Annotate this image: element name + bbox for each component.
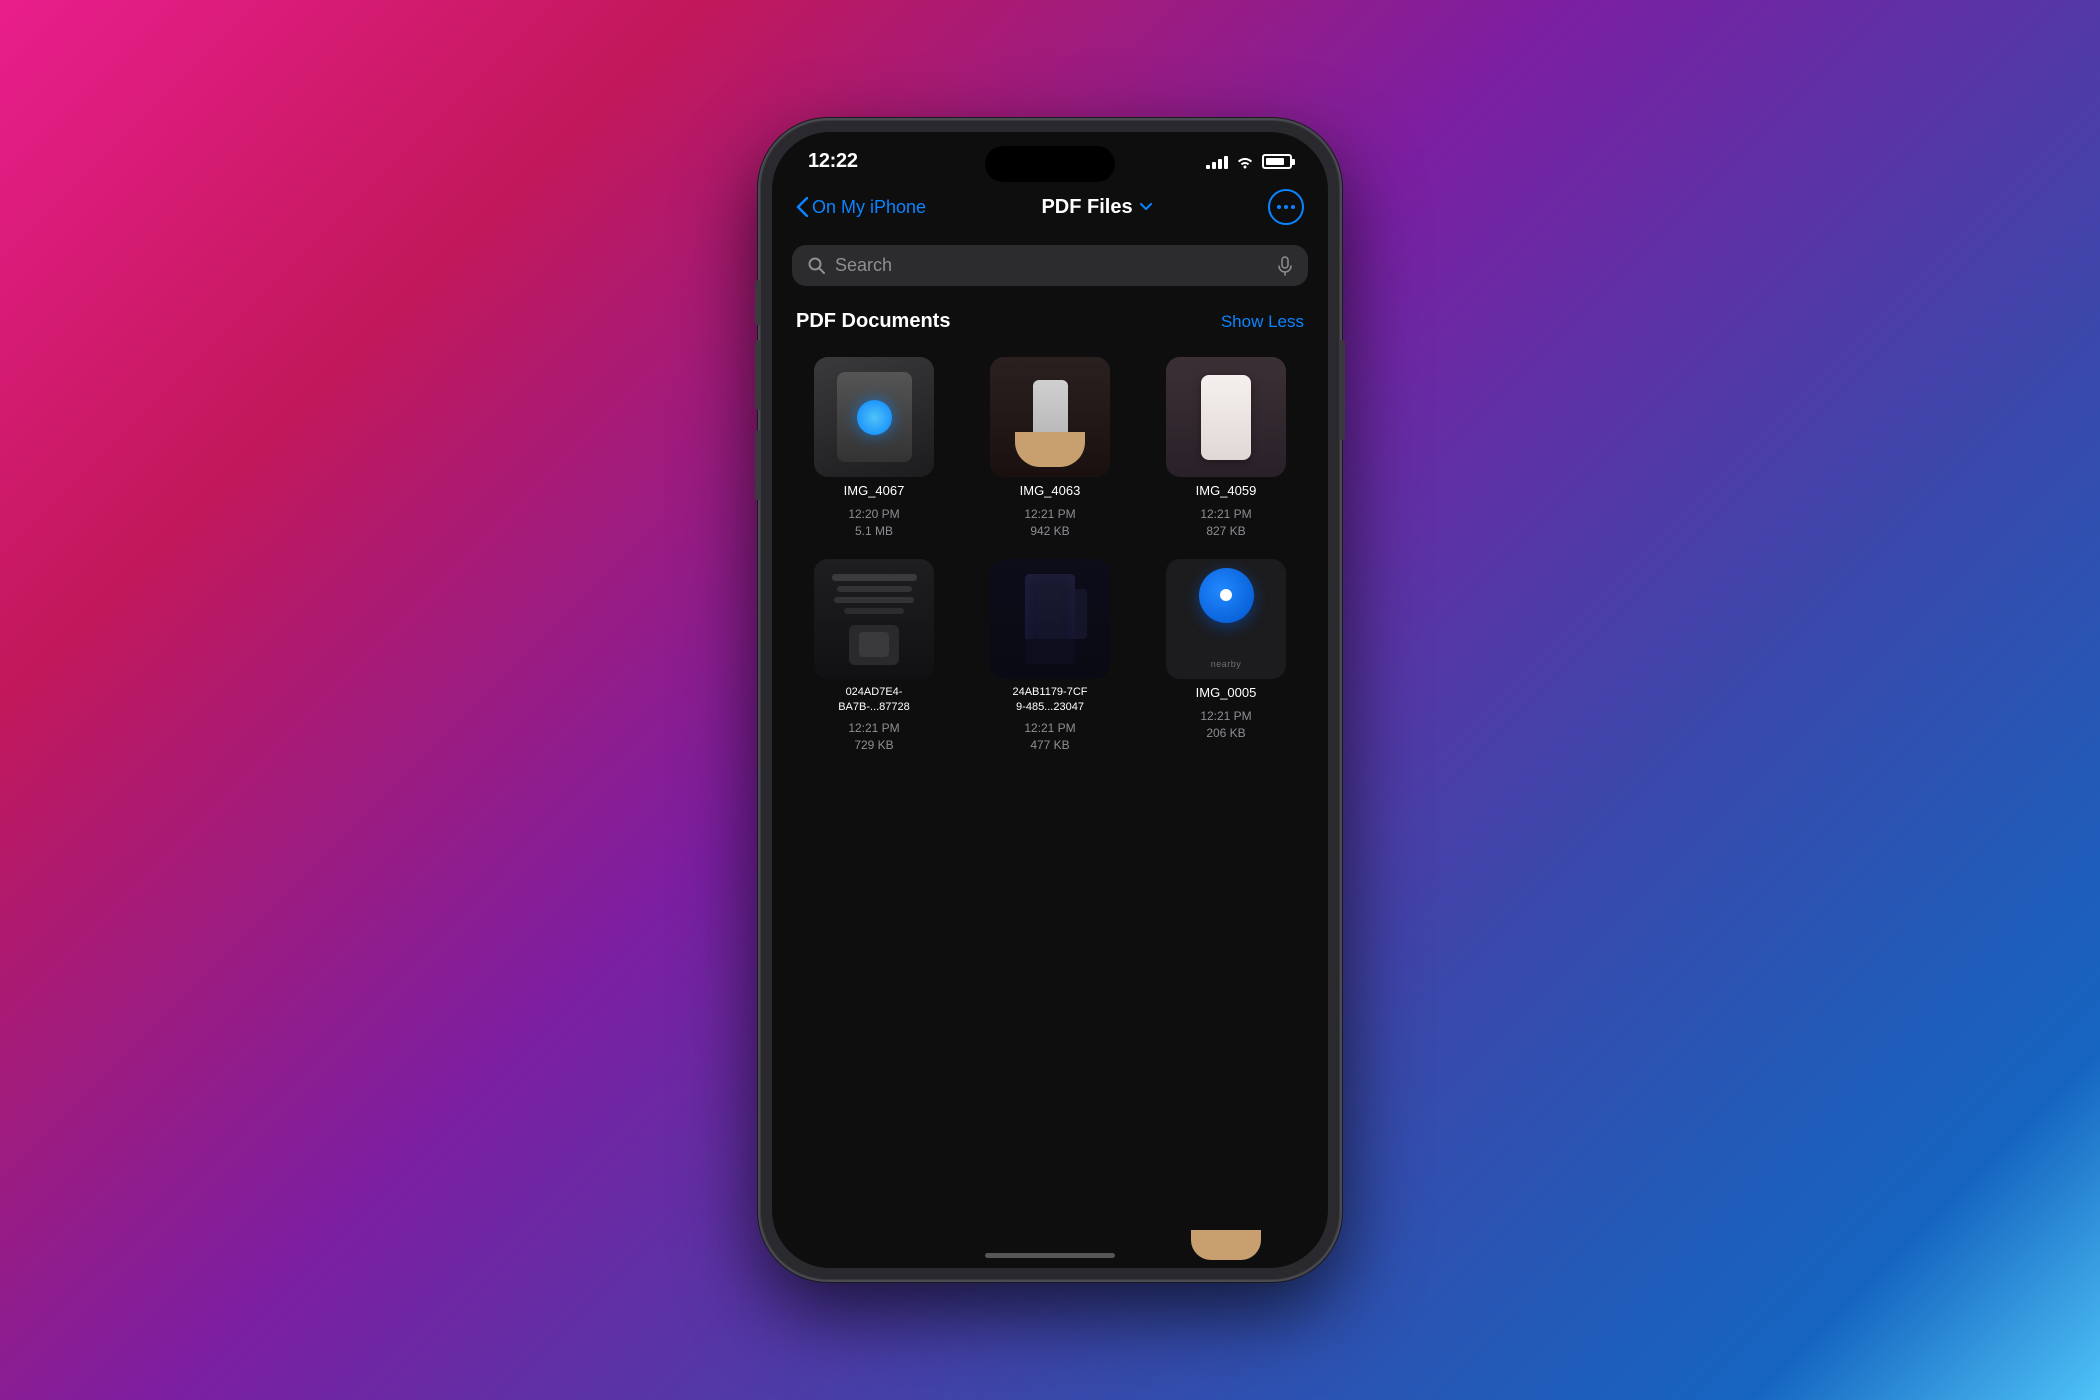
file-thumbnail <box>990 559 1110 679</box>
power-button[interactable] <box>1340 340 1345 440</box>
nav-back-label: On My iPhone <box>812 197 926 218</box>
file-item[interactable]: IMG_4063 12:21 PM 942 KB <box>972 357 1128 539</box>
battery-icon <box>1262 154 1292 169</box>
mic-icon[interactable] <box>1278 256 1292 276</box>
file-item[interactable]: nearby IMG_0005 12:21 PM 206 KB <box>1148 559 1304 753</box>
more-options-button[interactable] <box>1268 189 1304 225</box>
section-title: PDF Documents <box>796 310 950 333</box>
file-meta: 12:21 PM 206 KB <box>1200 708 1251 742</box>
dynamic-island <box>985 146 1115 182</box>
wifi-icon <box>1236 155 1254 169</box>
search-icon <box>808 257 825 274</box>
file-meta: 12:21 PM 477 KB <box>1024 720 1075 754</box>
show-less-button[interactable]: Show Less <box>1221 312 1304 332</box>
file-thumbnail <box>1166 357 1286 477</box>
home-indicator <box>985 1253 1115 1258</box>
signal-icon <box>1206 155 1228 169</box>
file-item[interactable]: 024AD7E4-BA7B-...87728 12:21 PM 729 KB <box>796 559 952 753</box>
file-name: IMG_4067 <box>844 483 905 500</box>
file-name: 24AB1179-7CF9-485...23047 <box>1012 685 1087 714</box>
search-bar-container: Search <box>772 237 1328 302</box>
search-bar[interactable]: Search <box>792 245 1308 286</box>
file-name: 024AD7E4-BA7B-...87728 <box>838 685 910 714</box>
file-item[interactable]: 24AB1179-7CF9-485...23047 12:21 PM 477 K… <box>972 559 1128 753</box>
volume-up-button[interactable] <box>755 340 760 410</box>
status-icons <box>1206 154 1292 169</box>
file-meta: 12:21 PM 942 KB <box>1024 506 1075 540</box>
phone-frame: 12:22 On My iPhone <box>760 120 1340 1280</box>
file-thumbnail <box>814 559 934 679</box>
file-meta: 12:21 PM 827 KB <box>1200 506 1251 540</box>
search-placeholder: Search <box>835 255 1268 276</box>
nav-title: PDF Files <box>1041 196 1132 219</box>
chevron-down-icon <box>1139 200 1153 214</box>
file-thumbnail <box>990 357 1110 477</box>
file-name: IMG_4059 <box>1196 483 1257 500</box>
file-item[interactable]: IMG_4067 12:20 PM 5.1 MB <box>796 357 952 539</box>
nav-back-button[interactable]: On My iPhone <box>796 197 926 218</box>
volume-down-button[interactable] <box>755 430 760 500</box>
section-header: PDF Documents Show Less <box>772 302 1328 349</box>
file-item[interactable]: IMG_4059 12:21 PM 827 KB <box>1148 357 1304 539</box>
phone-screen: 12:22 On My iPhone <box>772 132 1328 1268</box>
file-meta: 12:20 PM 5.1 MB <box>848 506 899 540</box>
status-time: 12:22 <box>808 150 858 173</box>
nav-title-container: PDF Files <box>1041 196 1152 219</box>
file-thumbnail: nearby <box>1166 559 1286 679</box>
file-name: IMG_0005 <box>1196 685 1257 702</box>
nav-bar: On My iPhone PDF Files <box>772 181 1328 237</box>
file-meta: 12:21 PM 729 KB <box>848 720 899 754</box>
file-thumbnail <box>814 357 934 477</box>
file-grid: IMG_4067 12:20 PM 5.1 MB IMG_4063 12:21 … <box>772 349 1328 778</box>
file-name: IMG_4063 <box>1020 483 1081 500</box>
